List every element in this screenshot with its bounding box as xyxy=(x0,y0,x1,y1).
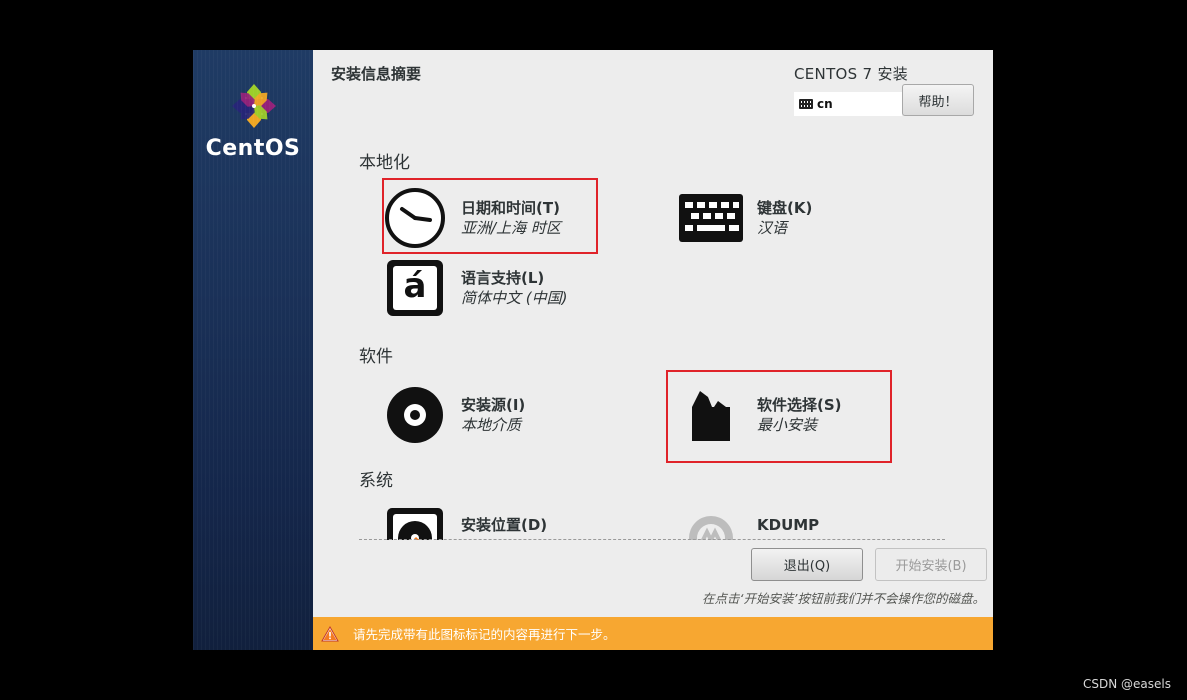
help-button[interactable]: 帮助！ xyxy=(902,84,974,116)
spoke-install-source-title: 安装源(I) xyxy=(461,395,526,414)
spoke-datetime-status: 亚洲/上海 时区 xyxy=(461,218,561,237)
keyboard-layout-indicator[interactable]: cn xyxy=(794,92,902,116)
product-title: CENTOS 7 安装 xyxy=(794,65,909,83)
spoke-software-selection-status: 最小安装 xyxy=(757,415,818,434)
keyboard-icon xyxy=(679,186,743,250)
spoke-language[interactable]: á 语言支持(L) 简体中文 (中国) xyxy=(383,256,567,320)
spoke-install-source[interactable]: 安装源(I) 本地介质 xyxy=(383,383,525,447)
section-system: 系统 xyxy=(359,471,393,491)
spoke-keyboard-status: 汉语 xyxy=(757,218,788,237)
language-icon: á xyxy=(383,256,447,320)
sidebar: CentOS xyxy=(193,50,313,650)
centos-logo-icon xyxy=(232,84,276,128)
keyboard-small-icon xyxy=(799,99,813,109)
page-title: 安装信息摘要 xyxy=(331,65,422,83)
spoke-install-destination[interactable]: 安装位置(D) xyxy=(383,506,547,540)
spoke-software-selection[interactable]: 软件选择(S) 最小安装 xyxy=(679,383,842,447)
installer-window: CentOS 安装信息摘要 CENTOS 7 安装 cn 帮助！ 本地化 日期和… xyxy=(193,50,993,650)
scroll-divider xyxy=(359,539,945,540)
section-localization: 本地化 xyxy=(359,153,410,173)
watermark: CSDN @easels xyxy=(1083,677,1171,691)
spoke-kdump-title: KDUMP xyxy=(757,516,820,534)
spoke-keyboard-title: 键盘(K) xyxy=(757,198,813,217)
spoke-install-source-status: 本地介质 xyxy=(461,415,522,434)
warning-bar: 请先完成带有此图标标记的内容再进行下一步。 xyxy=(313,617,993,650)
spoke-language-title: 语言支持(L) xyxy=(461,268,545,287)
keyboard-layout-label: cn xyxy=(817,97,833,111)
warning-text: 请先完成带有此图标标记的内容再进行下一步。 xyxy=(353,627,616,642)
centos-logo-text: CentOS xyxy=(205,136,301,161)
quit-button[interactable]: 退出(Q) xyxy=(751,548,863,581)
spoke-keyboard[interactable]: 键盘(K) 汉语 xyxy=(679,186,812,250)
disc-icon xyxy=(383,383,447,447)
spoke-install-destination-title: 安装位置(D) xyxy=(461,516,548,534)
section-software: 软件 xyxy=(359,347,393,367)
main-panel: 安装信息摘要 CENTOS 7 安装 cn 帮助！ 本地化 日期和时间(T) 亚… xyxy=(313,50,993,650)
harddisk-icon xyxy=(383,506,447,540)
clock-icon xyxy=(383,186,447,250)
warning-icon xyxy=(321,625,339,641)
spoke-datetime[interactable]: 日期和时间(T) 亚洲/上海 时区 xyxy=(383,186,561,250)
spoke-datetime-title: 日期和时间(T) xyxy=(461,198,560,217)
spoke-software-selection-title: 软件选择(S) xyxy=(757,395,842,414)
begin-installation-button[interactable]: 开始安装(B) xyxy=(875,548,987,581)
spoke-kdump[interactable]: KDUMP xyxy=(679,506,819,540)
disk-hint-text: 在点击‘开始安装’按钮前我们并不会操作您的磁盘。 xyxy=(702,591,985,606)
package-icon xyxy=(679,383,743,447)
spoke-language-status: 简体中文 (中国) xyxy=(461,288,568,307)
kdump-icon xyxy=(679,506,743,540)
language-icon-glyph: á xyxy=(403,266,427,306)
scroll-region[interactable]: 安装位置(D) KDUMP xyxy=(313,490,993,540)
